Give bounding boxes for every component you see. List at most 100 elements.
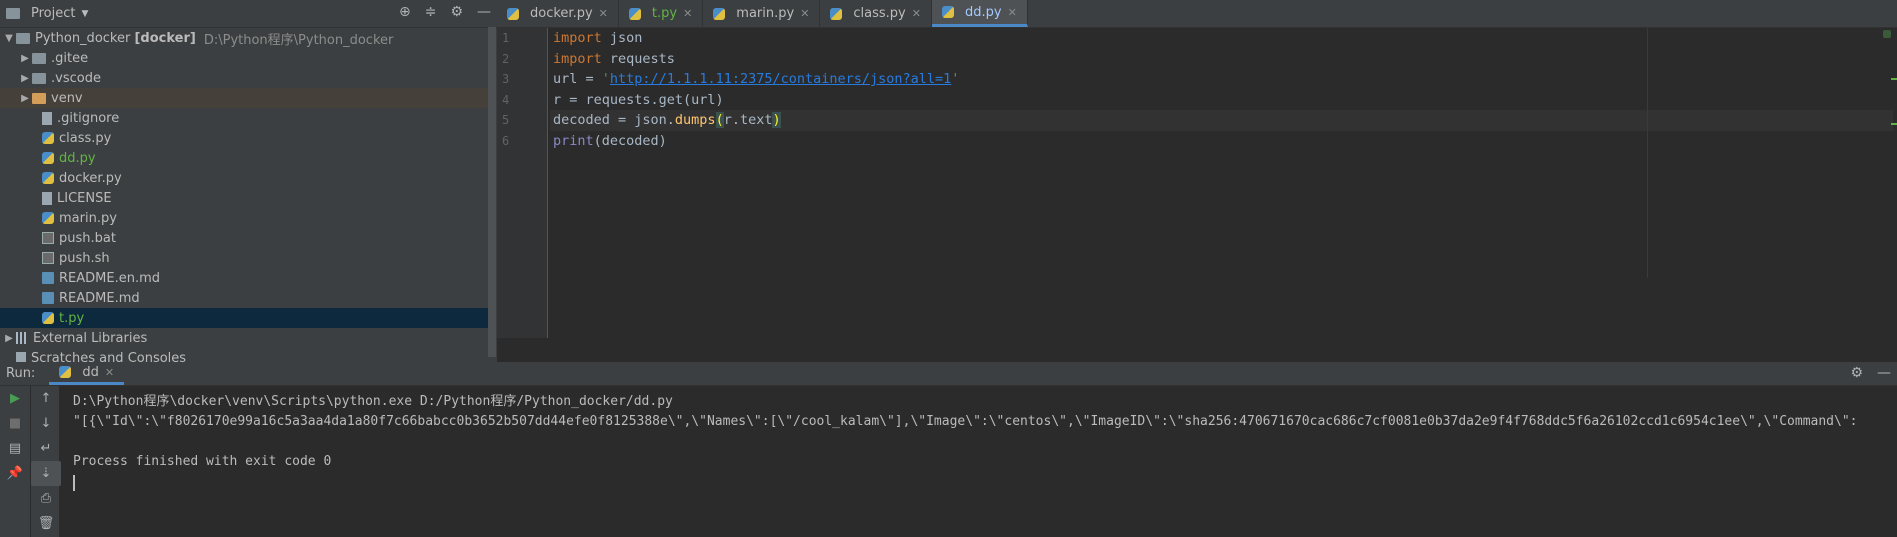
code-text: url = [553, 71, 602, 87]
python-file-icon [42, 132, 54, 144]
script-file-icon [42, 232, 54, 244]
close-icon[interactable]: ✕ [800, 7, 809, 20]
scroll-to-end-icon[interactable]: ⇣ [31, 461, 61, 486]
run-tab-dd[interactable]: dd ✕ [49, 362, 125, 385]
trash-icon[interactable]: 🗑 [31, 511, 61, 536]
tree-item-license[interactable]: LICENSE [0, 188, 490, 208]
stop-icon[interactable]: ■ [0, 411, 30, 436]
tree-item-label: .gitee [51, 50, 89, 66]
close-icon[interactable]: ✕ [683, 7, 692, 20]
gear-icon[interactable]: ⚙ [450, 4, 463, 20]
folder-icon [16, 32, 30, 44]
close-icon[interactable]: ✕ [599, 7, 608, 20]
text-cursor [73, 475, 75, 491]
code-editor[interactable]: 1 2 3 4 5 6 import json import requests … [497, 28, 1897, 361]
chevron-right-icon[interactable]: ▶ [2, 333, 16, 344]
tree-item-marin-py[interactable]: marin.py [0, 208, 490, 228]
tree-item-label: t.py [59, 310, 85, 326]
project-scrollbar[interactable] [488, 27, 496, 357]
tree-item-root[interactable]: ▼ Python_docker [docker] D:\Python程序\Pyt… [0, 28, 490, 48]
python-file-icon [42, 212, 54, 224]
folder-icon [32, 52, 46, 64]
console-line: D:\Python程序\docker\venv\Scripts\python.e… [73, 394, 673, 409]
tab-marin-py[interactable]: marin.py ✕ [703, 0, 821, 27]
tree-item-push-sh[interactable]: push.sh [0, 248, 490, 268]
editor-tab-bar: docker.py ✕ t.py ✕ marin.py ✕ class.py ✕… [497, 0, 1897, 28]
line-number-gutter: 1 2 3 4 5 6 [497, 28, 548, 338]
close-icon[interactable]: ✕ [105, 366, 114, 379]
keyword: import [553, 50, 602, 67]
tree-item-label: LICENSE [57, 190, 112, 206]
close-icon[interactable]: ✕ [1008, 6, 1017, 19]
tree-item-gitee[interactable]: ▶ .gitee [0, 48, 490, 68]
arrow-up-icon[interactable]: ↑ [31, 386, 61, 411]
pin-icon[interactable]: 📌 [0, 461, 30, 486]
tree-item-gitignore[interactable]: .gitignore [0, 108, 490, 128]
chevron-down-icon: ▼ [81, 8, 89, 19]
hide-icon[interactable]: — [1877, 365, 1891, 381]
inspection-status-icon[interactable] [1883, 30, 1891, 38]
tree-item-vscode[interactable]: ▶ .vscode [0, 68, 490, 88]
chevron-down-icon[interactable]: ▼ [2, 33, 16, 44]
locate-icon[interactable]: ⊕ [399, 4, 411, 20]
console-line: "[{\"Id\":\"f8026170e99a16c5a3aa4da1a80f… [73, 414, 1858, 429]
tab-label: dd.py [964, 4, 1002, 20]
tab-label: marin.py [736, 6, 795, 21]
tree-item-label: dd.py [59, 150, 96, 166]
chevron-right-icon[interactable]: ▶ [18, 73, 32, 84]
hide-icon[interactable]: — [477, 4, 491, 20]
tab-docker-py[interactable]: docker.py ✕ [497, 0, 619, 27]
code-line[interactable]: r = requests.get(url) [550, 90, 1893, 111]
code-line-current[interactable]: decoded = json.dumps(r.text) [550, 110, 1893, 131]
tree-item-readme-en-md[interactable]: README.en.md [0, 268, 490, 288]
collapse-all-icon[interactable]: ≑ [425, 4, 437, 20]
arrow-down-icon[interactable]: ↓ [31, 411, 61, 436]
tree-item-t-py[interactable]: t.py [0, 308, 490, 328]
tree-item-label: push.bat [59, 230, 116, 246]
line-number: 5 [502, 113, 510, 127]
tree-item-label: README.md [59, 290, 140, 306]
project-panel-header: Project ▼ ⊕ ≑ ⚙ — [0, 0, 497, 28]
project-view-selector[interactable]: Project ▼ [6, 6, 88, 21]
tree-item-dd-py[interactable]: dd.py [0, 148, 490, 168]
url-link[interactable]: http://1.1.1.11:2375/containers/json?all… [610, 71, 951, 87]
tab-class-py[interactable]: class.py ✕ [820, 0, 932, 27]
gear-icon[interactable]: ⚙ [1850, 365, 1863, 381]
python-file-icon [713, 7, 726, 20]
builtin: print [553, 132, 594, 149]
tree-item-class-py[interactable]: class.py [0, 128, 490, 148]
tree-item-push-bat[interactable]: push.bat [0, 228, 490, 248]
line-number: 6 [502, 133, 510, 148]
chevron-right-icon[interactable]: ▶ [18, 93, 32, 104]
python-file-icon [42, 152, 54, 164]
file-icon [42, 191, 52, 205]
soft-wrap-icon[interactable]: ↵ [31, 436, 61, 461]
tab-dd-py[interactable]: dd.py ✕ [931, 0, 1028, 27]
close-icon[interactable]: ✕ [912, 7, 921, 20]
tree-item-external-libraries[interactable]: ▶ External Libraries [0, 328, 490, 348]
print-icon[interactable]: ⎙ [31, 486, 61, 511]
run-toolbar-secondary: ↑ ↓ ↵ ⇣ ⎙ 🗑 [31, 386, 61, 537]
python-file-icon [628, 7, 641, 20]
tree-item-label: marin.py [59, 210, 117, 226]
code-area[interactable]: import json import requests url = 'http:… [550, 28, 1893, 151]
rerun-icon[interactable]: ▶ [0, 386, 30, 411]
code-line[interactable]: url = 'http://1.1.1.11:2375/containers/j… [550, 69, 1893, 90]
tree-item-label: External Libraries [33, 330, 148, 346]
tab-label: docker.py [530, 6, 593, 21]
tree-item-readme-md[interactable]: README.md [0, 288, 490, 308]
code-line[interactable]: print(decoded) [550, 131, 1893, 152]
change-marker [1891, 123, 1897, 125]
layout-icon[interactable]: ▤ [0, 436, 30, 461]
code-line[interactable]: import json [550, 28, 1893, 49]
code-line[interactable]: import requests [550, 49, 1893, 70]
python-file-icon [42, 172, 54, 184]
chevron-right-icon[interactable]: ▶ [18, 53, 32, 64]
console-output[interactable]: D:\Python程序\docker\venv\Scripts\python.e… [73, 392, 1857, 472]
code-text: r = requests.get(url) [553, 91, 724, 108]
tree-item-label: venv [51, 90, 83, 106]
tree-item-docker-py[interactable]: docker.py [0, 168, 490, 188]
tree-item-venv[interactable]: ▶ venv [0, 88, 490, 108]
tab-t-py[interactable]: t.py ✕ [619, 0, 704, 27]
python-file-icon [830, 7, 843, 20]
